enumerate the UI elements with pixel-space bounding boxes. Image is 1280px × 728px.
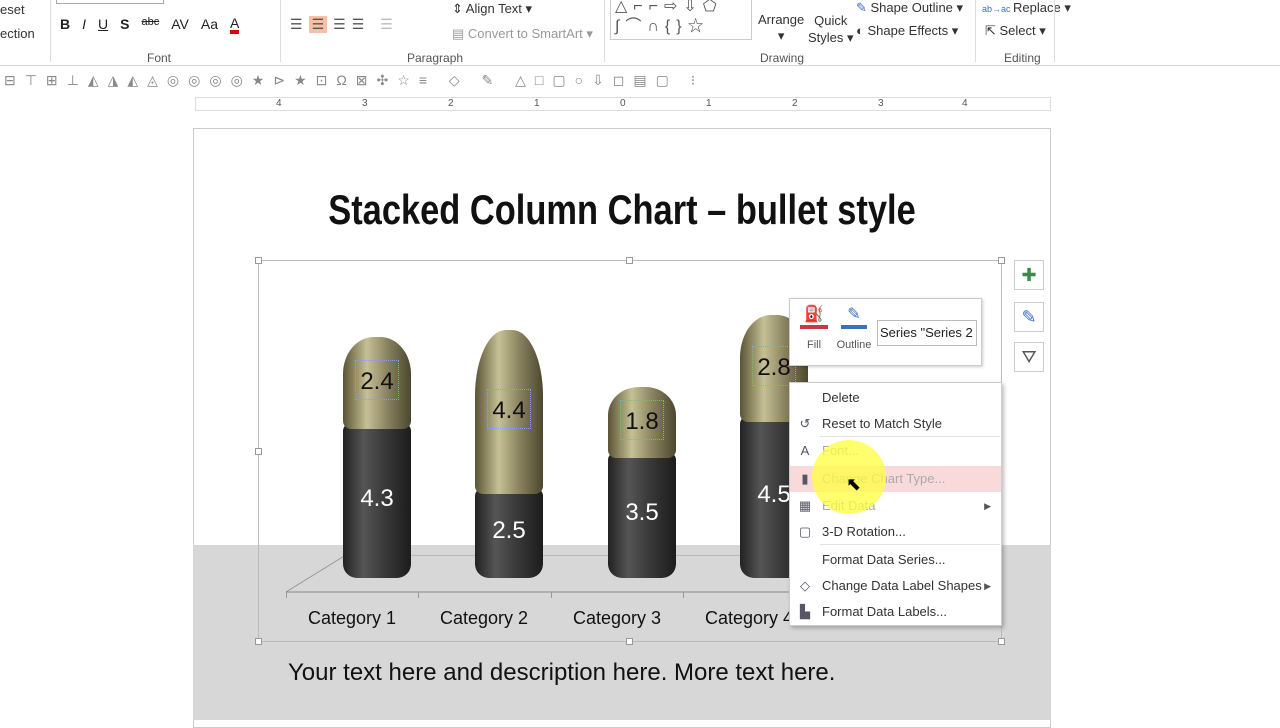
category-label: Category 1 [307, 608, 397, 628]
filter-icon: ⛛ [1021, 347, 1037, 367]
menu-item-change-data-label-shapes[interactable]: ◇ Change Data Label Shapes ▶ [790, 573, 1001, 599]
select-cursor-icon: ⇱ [985, 23, 1000, 38]
columns-icon[interactable]: ☰ [380, 16, 393, 33]
fill-button[interactable]: ⛽ Fill [800, 305, 828, 351]
drawing-group-label: Drawing [760, 51, 805, 65]
align-text-icon: ⇕ [452, 1, 466, 16]
axis-tick [551, 592, 552, 598]
align-center-icon[interactable]: ☰ [308, 16, 328, 33]
data-label-series1[interactable]: 3.5 [602, 499, 682, 527]
axis-tick [418, 592, 419, 598]
menu-separator [820, 544, 1000, 545]
slide-title[interactable]: Stacked Column Chart – bullet style [270, 186, 974, 234]
font-color-button[interactable]: A [230, 16, 240, 34]
shadow-button[interactable]: S [120, 16, 129, 34]
font-name-field[interactable] [56, 0, 164, 4]
context-menu: Delete↺Reset to Match StyleAFont...▮Chan… [789, 382, 1002, 626]
plus-icon: ✚ [1021, 265, 1037, 285]
italic-button[interactable]: I [82, 16, 86, 34]
resize-handle[interactable] [998, 257, 1005, 264]
menu-item-format-data-series[interactable]: Format Data Series... [790, 547, 1001, 573]
bold-button[interactable]: B [60, 16, 70, 34]
char-spacing-button[interactable]: AV [171, 16, 189, 34]
change-case-button[interactable]: Aa [201, 16, 218, 34]
shapes-gallery[interactable]: △⌐⌐⇨⇩⬠ ∫⌒∩{}☆ [610, 0, 752, 40]
mini-toolbar: ⛽ Fill ✎ Outline Series "Series 2 ▾ [789, 298, 982, 366]
rotation-icon: ▢ [798, 524, 812, 539]
brush-icon: ✎ [1021, 307, 1037, 327]
mouse-cursor-icon: ⬉ [846, 474, 862, 494]
replace-button[interactable]: ab→ac Replace ▾ [982, 0, 1071, 16]
data-label-series1[interactable]: 2.5 [469, 517, 549, 545]
axis-tick [683, 592, 684, 598]
select-button[interactable]: ⇱ Select ▾ [985, 23, 1046, 39]
align-text-button[interactable]: ⇕ Align Text ▾ [452, 1, 532, 17]
menu-item-reset-to-match-style[interactable]: ↺ Reset to Match Style [790, 411, 1001, 437]
arrange-button[interactable]: Arrange ▾ [758, 12, 804, 44]
chart-elements-button[interactable]: ✚ [1014, 260, 1044, 290]
label-selection-box [620, 399, 664, 440]
editing-group-label: Editing [1004, 51, 1041, 65]
menu-item-3-d-rotation[interactable]: ▢ 3-D Rotation... [790, 519, 1001, 545]
slide-description[interactable]: Your text here and description here. Mor… [288, 659, 835, 687]
reset-button[interactable]: eset [0, 2, 25, 17]
smartart-icon: ▤ [452, 26, 468, 41]
resize-handle[interactable] [255, 257, 262, 264]
strikethrough-button[interactable]: abc [141, 16, 159, 34]
underline-button[interactable]: U [98, 16, 108, 34]
chart-filters-button[interactable]: ⛛ [1014, 342, 1044, 372]
convert-smartart-button[interactable]: ▤ Convert to SmartArt ▾ [452, 26, 593, 42]
chart-styles-button[interactable]: ✎ [1014, 302, 1044, 332]
resize-handle[interactable] [626, 638, 633, 645]
series-select[interactable]: Series "Series 2 ▾ [877, 320, 977, 346]
label-selection-box [355, 360, 399, 400]
format-labels-icon: ▙ [800, 604, 810, 619]
horizontal-ruler[interactable]: 4 3 2 1 0 1 2 3 4 [195, 97, 1051, 111]
category-label: Category 2 [439, 608, 529, 628]
replace-icon: ab→ac [982, 4, 1014, 14]
justify-icon[interactable]: ☰ [352, 16, 365, 33]
shape-outline-icon: ✎ [856, 0, 871, 15]
shape-outline-button[interactable]: ✎ Shape Outline ▾ [856, 0, 963, 16]
menu-item-delete[interactable]: Delete [790, 385, 1001, 411]
reset-style-icon: ↺ [799, 416, 811, 431]
font-icon: A [800, 443, 810, 458]
submenu-arrow-icon: ▶ [984, 581, 991, 591]
paragraph-group-label: Paragraph [407, 51, 464, 65]
resize-handle[interactable] [626, 257, 633, 264]
drawing-toolbar: ⊟⊤⊞⊥◭◮◭◬◎◎◎◎★⊳★⊡Ω⊠✣☆≡ ◇ ✎ △□▢○⇩◻▤▢ ⁝ [0, 67, 1280, 93]
align-left-icon[interactable]: ☰ [290, 16, 303, 33]
menu-separator [820, 436, 1000, 437]
resize-handle[interactable] [255, 638, 262, 645]
align-right-icon[interactable]: ☰ [333, 16, 346, 33]
outline-button[interactable]: ✎ Outline [836, 305, 872, 351]
label-shapes-icon: ◇ [800, 578, 810, 593]
menu-item-format-data-labels[interactable]: ▙ Format Data Labels... [790, 599, 1001, 625]
fill-bucket-icon: ⛽ [800, 305, 828, 329]
drawing-tools-icons[interactable]: ⊟⊤⊞⊥◭◮◭◬◎◎◎◎★⊳★⊡Ω⊠✣☆≡ ◇ ✎ △□▢○⇩◻▤▢ ⁝ [4, 72, 704, 88]
font-group-label: Font [147, 51, 172, 65]
resize-handle[interactable] [255, 448, 262, 455]
ribbon: eset ection B I U S abc AV Aa A Font ☰ ☰… [0, 0, 1280, 66]
submenu-arrow-icon: ▶ [984, 501, 991, 511]
axis-tick [286, 592, 287, 598]
resize-handle[interactable] [998, 638, 1005, 645]
shape-effects-icon: ◐ [856, 23, 868, 38]
quick-styles-button[interactable]: Quick Styles ▾ [808, 12, 854, 46]
edit-data-icon: ▦ [798, 498, 812, 513]
category-label: Category 3 [572, 608, 662, 628]
outline-pen-icon: ✎ [841, 305, 867, 329]
section-button[interactable]: ection [0, 26, 35, 41]
data-label-series1[interactable]: 4.3 [337, 485, 417, 513]
shape-effects-button[interactable]: ◐ Shape Effects ▾ [856, 23, 958, 39]
label-selection-box [487, 388, 531, 429]
